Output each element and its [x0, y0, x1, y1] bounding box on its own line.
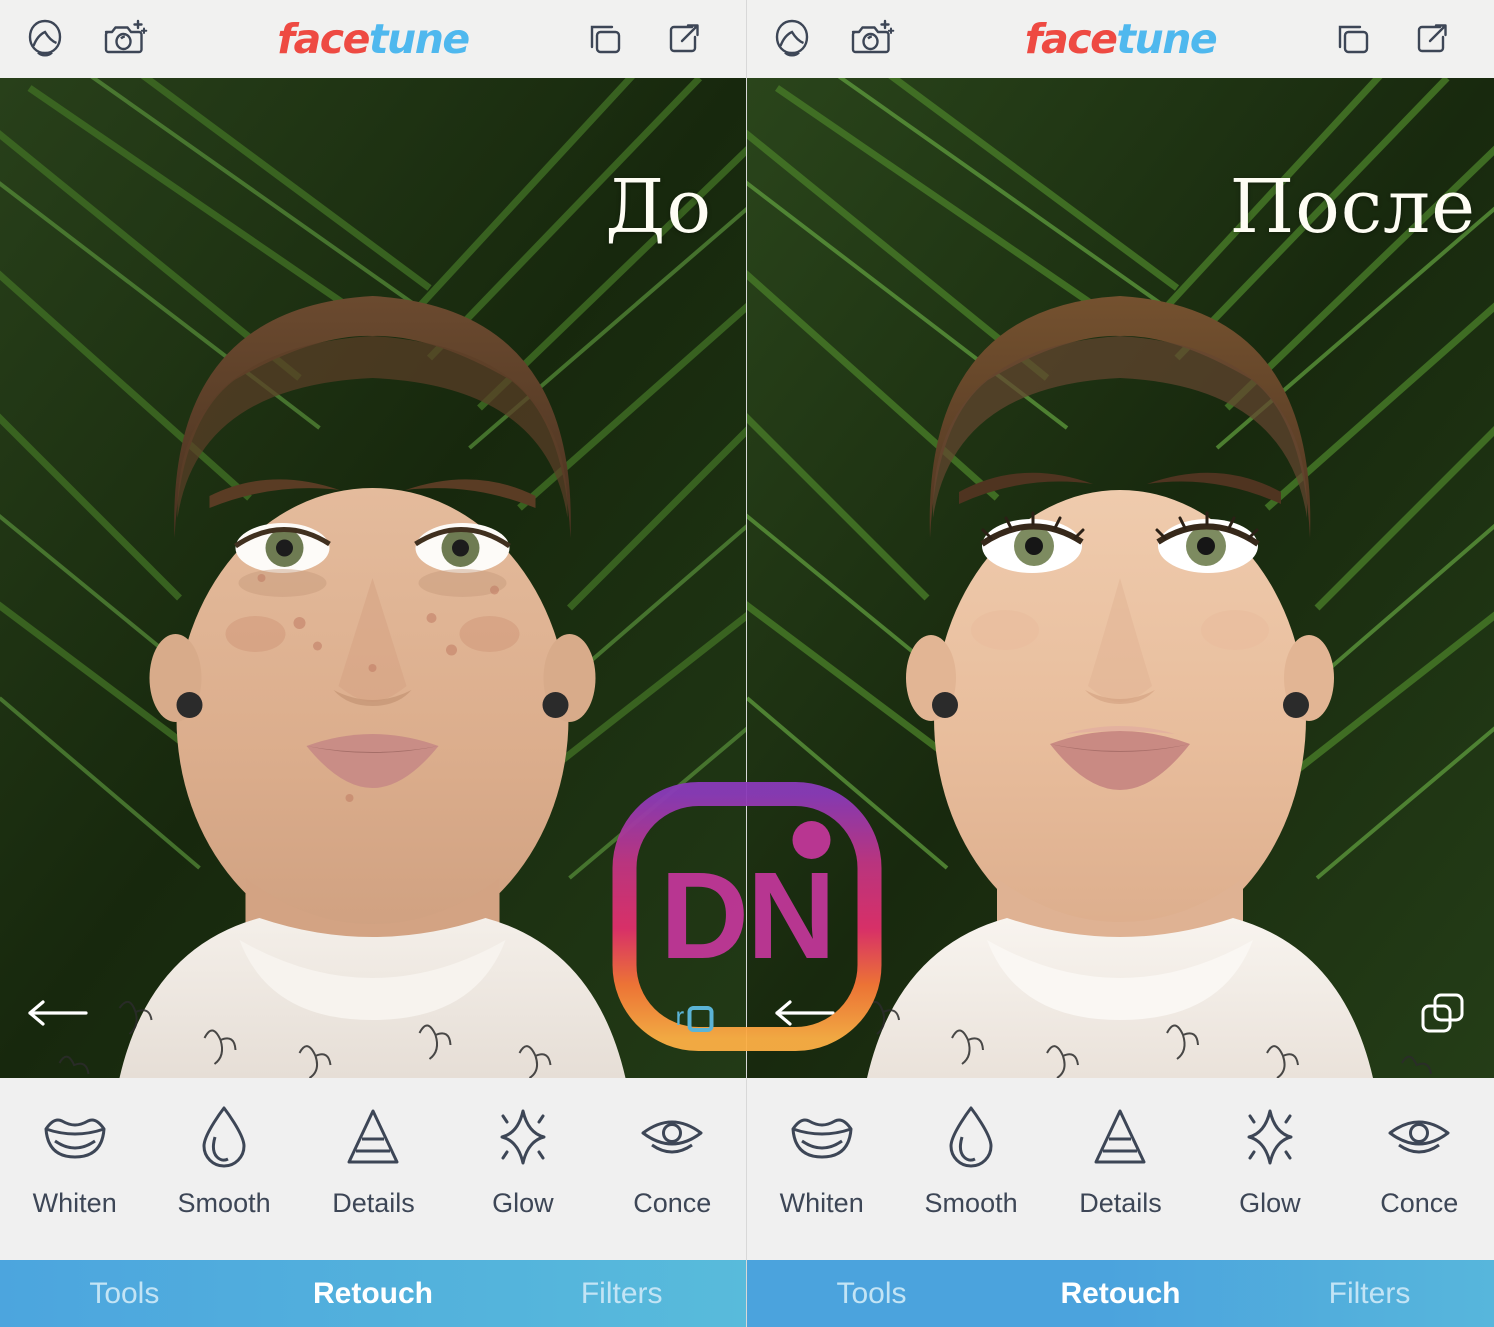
tab-tools[interactable]: Tools [747, 1277, 996, 1311]
tool-label-conceal: Conce [1380, 1188, 1459, 1218]
tool-smooth[interactable]: Smooth [896, 1100, 1045, 1219]
facetune-logo: facetune [1024, 15, 1218, 63]
logo-face-text: face [277, 15, 370, 63]
tabbar-after: Tools Retouch Filters [747, 1260, 1494, 1327]
water-droplet-icon [198, 1100, 250, 1174]
photo-after[interactable]: После [747, 78, 1494, 1078]
eye-icon [638, 1100, 706, 1174]
triangle-layers-icon [343, 1100, 403, 1174]
portrait-face-icon[interactable] [769, 16, 815, 62]
tool-label-glow: Glow [1239, 1188, 1301, 1218]
logo-tune-text: tune [368, 15, 470, 63]
back-arrow-icon[interactable] [24, 996, 90, 1030]
tool-label-whiten: Whiten [32, 1188, 117, 1218]
lips-smile-icon [789, 1100, 855, 1174]
share-export-icon[interactable] [1410, 16, 1456, 62]
tool-conceal[interactable]: Conce [1345, 1100, 1494, 1219]
tab-tools[interactable]: Tools [0, 1277, 249, 1311]
after-label: После [1229, 164, 1476, 250]
app-header-after: facetune [747, 0, 1494, 78]
tool-glow[interactable]: Glow [1195, 1100, 1344, 1219]
tab-filters[interactable]: Filters [1245, 1277, 1494, 1311]
tab-retouch[interactable]: Retouch [996, 1277, 1245, 1311]
tool-glow[interactable]: Glow [448, 1100, 597, 1219]
portrait-face-icon[interactable] [22, 16, 68, 62]
layers-copy-icon[interactable] [1330, 16, 1376, 62]
app-header-before: facetune [0, 0, 746, 78]
camera-sparkle-icon[interactable] [849, 16, 895, 62]
tool-label-whiten: Whiten [779, 1188, 864, 1218]
sparkle-star-icon [1238, 1100, 1302, 1174]
tool-label-details: Details [1079, 1188, 1162, 1218]
tool-whiten[interactable]: Whiten [0, 1100, 149, 1219]
tabbar-before: Tools Retouch Filters [0, 1260, 746, 1327]
back-arrow-icon[interactable] [771, 996, 837, 1030]
tool-smooth[interactable]: Smooth [149, 1100, 298, 1219]
share-export-icon[interactable] [662, 16, 708, 62]
logo-face-text: face [1024, 15, 1118, 63]
retouch-toolbar-after: Whiten Smooth Details Glow Conce [747, 1078, 1494, 1260]
tab-filters[interactable]: Filters [497, 1277, 746, 1311]
tool-label-conceal: Conce [633, 1188, 712, 1218]
tool-conceal[interactable]: Conce [598, 1100, 746, 1219]
tool-label-glow: Glow [492, 1188, 554, 1218]
before-label: До [605, 164, 712, 250]
lips-smile-icon [42, 1100, 108, 1174]
logo-tune-text: tune [1116, 15, 1217, 63]
retouch-toolbar-before: Whiten Smooth Details Glow Conce [0, 1078, 746, 1260]
camera-sparkle-icon[interactable] [102, 16, 148, 62]
photo-before[interactable]: До [0, 78, 746, 1078]
header-right-icons-after [1330, 16, 1456, 62]
tool-label-smooth: Smooth [177, 1188, 271, 1218]
header-left-icons-after [769, 16, 895, 62]
tool-whiten[interactable]: Whiten [747, 1100, 896, 1219]
water-droplet-icon [945, 1100, 997, 1174]
header-right-icons [582, 16, 708, 62]
eye-icon [1385, 1100, 1453, 1174]
header-left-icons [22, 16, 148, 62]
panel-after: facetune После Whiten Smooth Details Glo… [747, 0, 1494, 1327]
tool-details[interactable]: Details [299, 1100, 448, 1219]
tool-details[interactable]: Details [1046, 1100, 1195, 1219]
facetune-before-after-comparison: facetune До Whiten Smooth Details Glow C… [0, 0, 1494, 1327]
layers-copy-icon[interactable] [582, 16, 628, 62]
panel-before: facetune До Whiten Smooth Details Glow C… [0, 0, 747, 1327]
tool-label-smooth: Smooth [924, 1188, 1018, 1218]
facetune-logo: facetune [277, 15, 470, 63]
compare-layers-icon[interactable] [1418, 990, 1468, 1036]
sparkle-star-icon [491, 1100, 555, 1174]
triangle-layers-icon [1090, 1100, 1150, 1174]
tool-label-details: Details [332, 1188, 415, 1218]
tab-retouch[interactable]: Retouch [249, 1277, 498, 1311]
